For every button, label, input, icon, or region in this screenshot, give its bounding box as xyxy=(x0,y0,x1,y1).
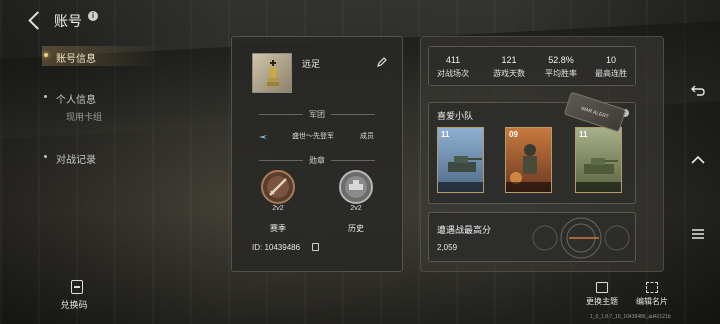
side-nav: 账号信息 个人信息 现用卡组 对战记录 xyxy=(42,46,168,166)
card-footer xyxy=(506,182,551,192)
home-system-icon[interactable] xyxy=(690,152,706,168)
stat-label: 对战场次 xyxy=(437,69,469,78)
menu-system-icon[interactable] xyxy=(690,226,706,242)
nav-label: 对战记录 xyxy=(56,155,96,166)
back-arrow-icon[interactable] xyxy=(26,10,44,32)
change-theme-label: 更换主题 xyxy=(586,297,618,306)
stat-value: 52.8% xyxy=(548,55,574,65)
stat-value: 121 xyxy=(501,55,517,65)
redeem-code-button[interactable]: 兑换码 xyxy=(60,280,92,311)
nav-label: 个人信息 xyxy=(56,95,96,106)
change-theme-button[interactable]: 更换主题 xyxy=(586,282,618,307)
squad-card-1[interactable]: 11 xyxy=(437,127,484,193)
legion-section-label: 军团 xyxy=(309,110,325,119)
player-uid: ID: 10439486 xyxy=(252,243,301,252)
score-value: 2,059 xyxy=(437,243,458,252)
stat-value: 10 xyxy=(605,55,616,65)
nav-dot-icon xyxy=(44,155,47,158)
back-system-icon[interactable] xyxy=(690,82,706,98)
version-string: 1_0_1.8.7_10_10439486_ad42121b xyxy=(590,314,671,320)
stats-card: 411 对战场次 121 游戏天数 52.8% 平均胜率 10 最高连胜 xyxy=(428,46,636,86)
chess-king-icon xyxy=(267,60,279,86)
season-medal-count: 2v2 xyxy=(272,205,284,212)
squad-title: 喜爱小队 xyxy=(437,111,474,121)
card-level: 11 xyxy=(579,130,588,139)
card-level: 11 xyxy=(441,130,450,139)
nav-sub-current-deck[interactable]: 现用卡组 xyxy=(48,110,168,123)
header: 账号 i xyxy=(26,10,98,32)
history-medal-count: 2v2 xyxy=(350,205,362,212)
nav-label: 账号信息 xyxy=(56,54,96,65)
profile-card: 远足 军团 盛世～先登军 成员 勋章 2v2 赛季 2v2 历史 ID: 104… xyxy=(231,36,403,272)
stat-label: 游戏天数 xyxy=(493,69,525,78)
stat-value: 411 xyxy=(445,55,461,65)
history-medal-icon[interactable] xyxy=(338,169,374,205)
season-medal-label: 赛季 xyxy=(270,224,286,233)
legion-name: 盛世～先登军 xyxy=(292,133,334,140)
theme-icon xyxy=(596,282,608,293)
redeem-icon xyxy=(71,280,83,294)
medal-section-label: 勋章 xyxy=(309,156,325,165)
stat-days: 121 游戏天数 xyxy=(487,55,531,79)
history-medal-label: 历史 xyxy=(348,224,364,233)
card-level: 09 xyxy=(509,130,518,139)
stat-battles: 411 对战场次 xyxy=(431,55,475,79)
card-footer xyxy=(576,182,621,192)
nav-item-personal-info[interactable]: 个人信息 xyxy=(44,91,168,106)
avatar[interactable] xyxy=(252,53,292,93)
encounter-highscore-card: 遭遇战最高分 2,059 xyxy=(428,212,636,262)
squad-card-2[interactable]: 09 xyxy=(505,127,552,193)
redeem-label: 兑换码 xyxy=(60,300,88,310)
page-title: 账号 xyxy=(54,13,82,29)
legion-section-title: 军团 xyxy=(232,109,402,120)
card-footer xyxy=(438,182,483,192)
medal-section-title: 勋章 xyxy=(232,155,402,166)
edit-pen-icon[interactable] xyxy=(377,57,387,67)
stat-label: 最高连胜 xyxy=(595,69,627,78)
legion-role: 成员 xyxy=(360,133,374,140)
player-name: 远足 xyxy=(302,59,321,69)
legion-plane-icon xyxy=(259,135,267,139)
copy-icon[interactable] xyxy=(312,243,319,251)
edit-card-button[interactable]: 编辑名片 xyxy=(636,282,668,307)
squad-card-3[interactable]: 11 xyxy=(575,127,622,193)
info-icon[interactable]: i xyxy=(88,11,98,21)
gauge-decoration-icon xyxy=(532,217,630,259)
edit-card-icon xyxy=(646,282,658,293)
nav-item-battle-record[interactable]: 对战记录 xyxy=(44,151,168,166)
score-title: 遭遇战最高分 xyxy=(437,225,492,235)
season-medal-icon[interactable] xyxy=(260,169,296,205)
edit-card-label: 编辑名片 xyxy=(636,297,668,306)
stat-streak: 10 最高连胜 xyxy=(589,55,633,79)
nav-item-account-info[interactable]: 账号信息 xyxy=(42,46,168,66)
stat-winrate: 52.8% 平均胜率 xyxy=(539,55,583,79)
nav-dot-icon xyxy=(44,95,47,98)
stat-label: 平均胜率 xyxy=(545,69,577,78)
